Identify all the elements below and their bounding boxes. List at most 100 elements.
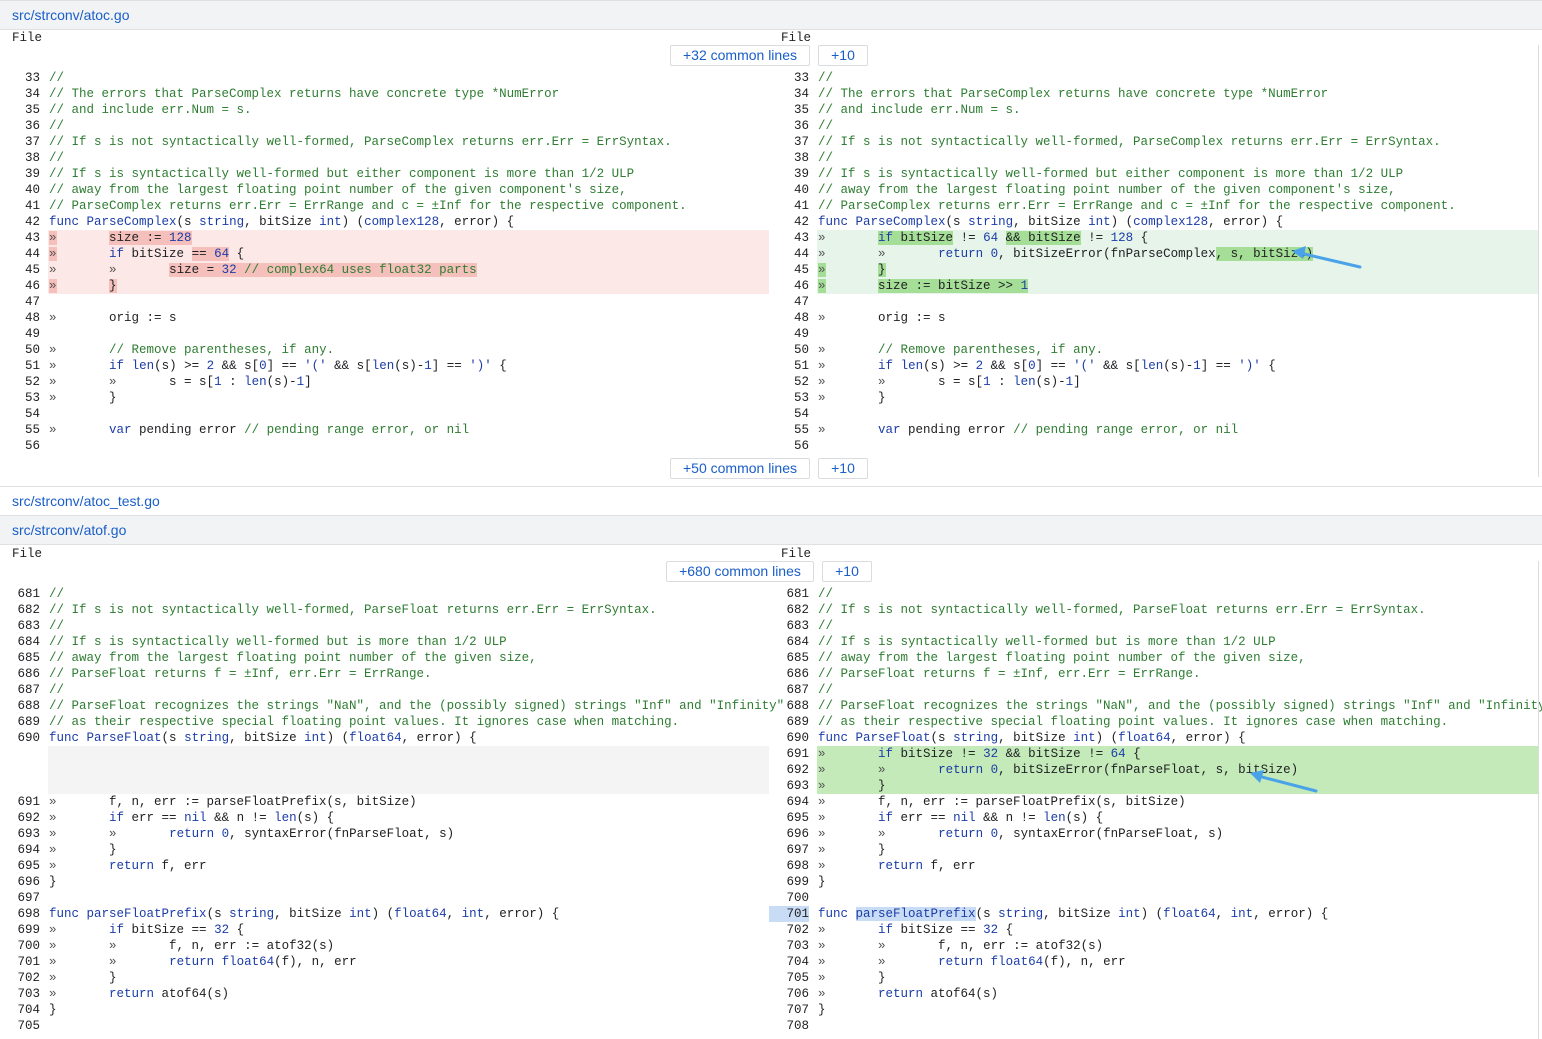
- line-number[interactable]: 34: [769, 86, 809, 102]
- line-number[interactable]: 684: [0, 634, 40, 650]
- line-number[interactable]: 702: [0, 970, 40, 986]
- line-number[interactable]: 686: [0, 666, 40, 682]
- line-number[interactable]: 697: [769, 842, 809, 858]
- line-number[interactable]: 701: [769, 906, 809, 922]
- line-number[interactable]: 707: [769, 1002, 809, 1018]
- line-number[interactable]: 47: [0, 294, 40, 310]
- line-number[interactable]: 44: [769, 246, 809, 262]
- expand-common-lines-button[interactable]: +50 common lines: [670, 458, 810, 479]
- line-number[interactable]: 51: [0, 358, 40, 374]
- line-number[interactable]: 691: [0, 794, 40, 810]
- line-number[interactable]: 33: [0, 70, 40, 86]
- line-number[interactable]: 704: [769, 954, 809, 970]
- line-number[interactable]: 683: [0, 618, 40, 634]
- line-number[interactable]: 45: [769, 262, 809, 278]
- line-number[interactable]: 690: [0, 730, 40, 746]
- file-link-atoc-test[interactable]: src/strconv/atoc_test.go: [12, 493, 160, 509]
- line-number[interactable]: 681: [769, 586, 809, 602]
- line-number[interactable]: 696: [0, 874, 40, 890]
- line-number[interactable]: 39: [769, 166, 809, 182]
- line-number[interactable]: 54: [0, 406, 40, 422]
- line-number[interactable]: 693: [0, 826, 40, 842]
- line-number[interactable]: 703: [769, 938, 809, 954]
- line-number[interactable]: 681: [0, 586, 40, 602]
- file-link-atoc[interactable]: src/strconv/atoc.go: [12, 7, 130, 23]
- line-number[interactable]: 699: [0, 922, 40, 938]
- line-number[interactable]: 45: [0, 262, 40, 278]
- line-number[interactable]: 704: [0, 1002, 40, 1018]
- line-number[interactable]: 699: [769, 874, 809, 890]
- line-number[interactable]: 43: [0, 230, 40, 246]
- line-number[interactable]: 698: [0, 906, 40, 922]
- expand-common-lines-button[interactable]: +32 common lines: [670, 45, 810, 66]
- line-number[interactable]: 38: [769, 150, 809, 166]
- line-number[interactable]: 688: [0, 698, 40, 714]
- line-number[interactable]: 53: [769, 390, 809, 406]
- line-number[interactable]: 682: [769, 602, 809, 618]
- line-number[interactable]: 50: [769, 342, 809, 358]
- line-number[interactable]: 51: [769, 358, 809, 374]
- line-number[interactable]: 693: [769, 778, 809, 794]
- line-number[interactable]: 700: [769, 890, 809, 906]
- line-number[interactable]: 42: [0, 214, 40, 230]
- line-number[interactable]: 38: [0, 150, 40, 166]
- line-number[interactable]: 685: [0, 650, 40, 666]
- line-number[interactable]: 686: [769, 666, 809, 682]
- line-number[interactable]: 37: [0, 134, 40, 150]
- line-number[interactable]: 706: [769, 986, 809, 1002]
- expand-10-lines-button[interactable]: +10: [818, 45, 868, 66]
- line-number[interactable]: 54: [769, 406, 809, 422]
- line-number[interactable]: 701: [0, 954, 40, 970]
- expand-common-lines-button[interactable]: +680 common lines: [666, 561, 814, 582]
- line-number[interactable]: 48: [769, 310, 809, 326]
- line-number[interactable]: 687: [769, 682, 809, 698]
- line-number[interactable]: 702: [769, 922, 809, 938]
- line-number[interactable]: 695: [0, 858, 40, 874]
- line-number[interactable]: 55: [769, 422, 809, 438]
- line-number[interactable]: 705: [0, 1018, 40, 1034]
- expand-10-lines-button[interactable]: +10: [822, 561, 872, 582]
- line-number[interactable]: 46: [769, 278, 809, 294]
- line-number[interactable]: 35: [769, 102, 809, 118]
- line-number[interactable]: 696: [769, 826, 809, 842]
- line-number[interactable]: 692: [769, 762, 809, 778]
- line-number[interactable]: 43: [769, 230, 809, 246]
- line-number[interactable]: 700: [0, 938, 40, 954]
- line-number[interactable]: 692: [0, 810, 40, 826]
- line-number[interactable]: 39: [0, 166, 40, 182]
- line-number[interactable]: 683: [769, 618, 809, 634]
- line-number[interactable]: 684: [769, 634, 809, 650]
- line-number[interactable]: 35: [0, 102, 40, 118]
- line-number[interactable]: 53: [0, 390, 40, 406]
- line-number[interactable]: 694: [769, 794, 809, 810]
- line-number[interactable]: 682: [0, 602, 40, 618]
- line-number[interactable]: 42: [769, 214, 809, 230]
- line-number[interactable]: 698: [769, 858, 809, 874]
- line-number[interactable]: 703: [0, 986, 40, 1002]
- line-number[interactable]: 49: [0, 326, 40, 342]
- line-number[interactable]: 37: [769, 134, 809, 150]
- line-number[interactable]: 40: [0, 182, 40, 198]
- line-number[interactable]: 689: [769, 714, 809, 730]
- line-number[interactable]: 685: [769, 650, 809, 666]
- line-number[interactable]: 695: [769, 810, 809, 826]
- line-number[interactable]: 33: [769, 70, 809, 86]
- line-number[interactable]: 50: [0, 342, 40, 358]
- expand-10-lines-button[interactable]: +10: [818, 458, 868, 479]
- line-number[interactable]: 40: [769, 182, 809, 198]
- line-number[interactable]: 56: [769, 438, 809, 454]
- file-link-atof[interactable]: src/strconv/atof.go: [12, 522, 126, 538]
- line-number[interactable]: 41: [769, 198, 809, 214]
- line-number[interactable]: 49: [769, 326, 809, 342]
- line-number[interactable]: 691: [769, 746, 809, 762]
- line-number[interactable]: 697: [0, 890, 40, 906]
- line-number[interactable]: 688: [769, 698, 809, 714]
- line-number[interactable]: 36: [0, 118, 40, 134]
- line-number[interactable]: 47: [769, 294, 809, 310]
- line-number[interactable]: 34: [0, 86, 40, 102]
- line-number[interactable]: 56: [0, 438, 40, 454]
- line-number[interactable]: 36: [769, 118, 809, 134]
- line-number[interactable]: 52: [769, 374, 809, 390]
- line-number[interactable]: 46: [0, 278, 40, 294]
- line-number[interactable]: 708: [769, 1018, 809, 1034]
